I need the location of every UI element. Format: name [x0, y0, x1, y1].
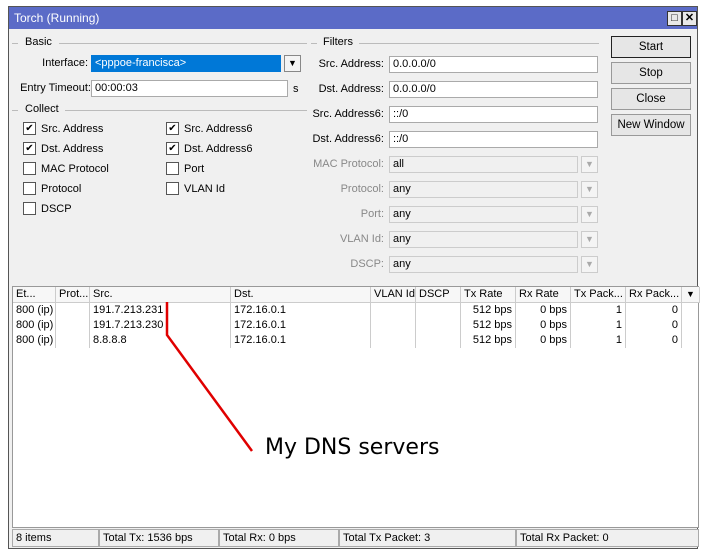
- annotation-text: My DNS servers: [265, 435, 440, 460]
- annotation-arrow: [165, 302, 254, 452]
